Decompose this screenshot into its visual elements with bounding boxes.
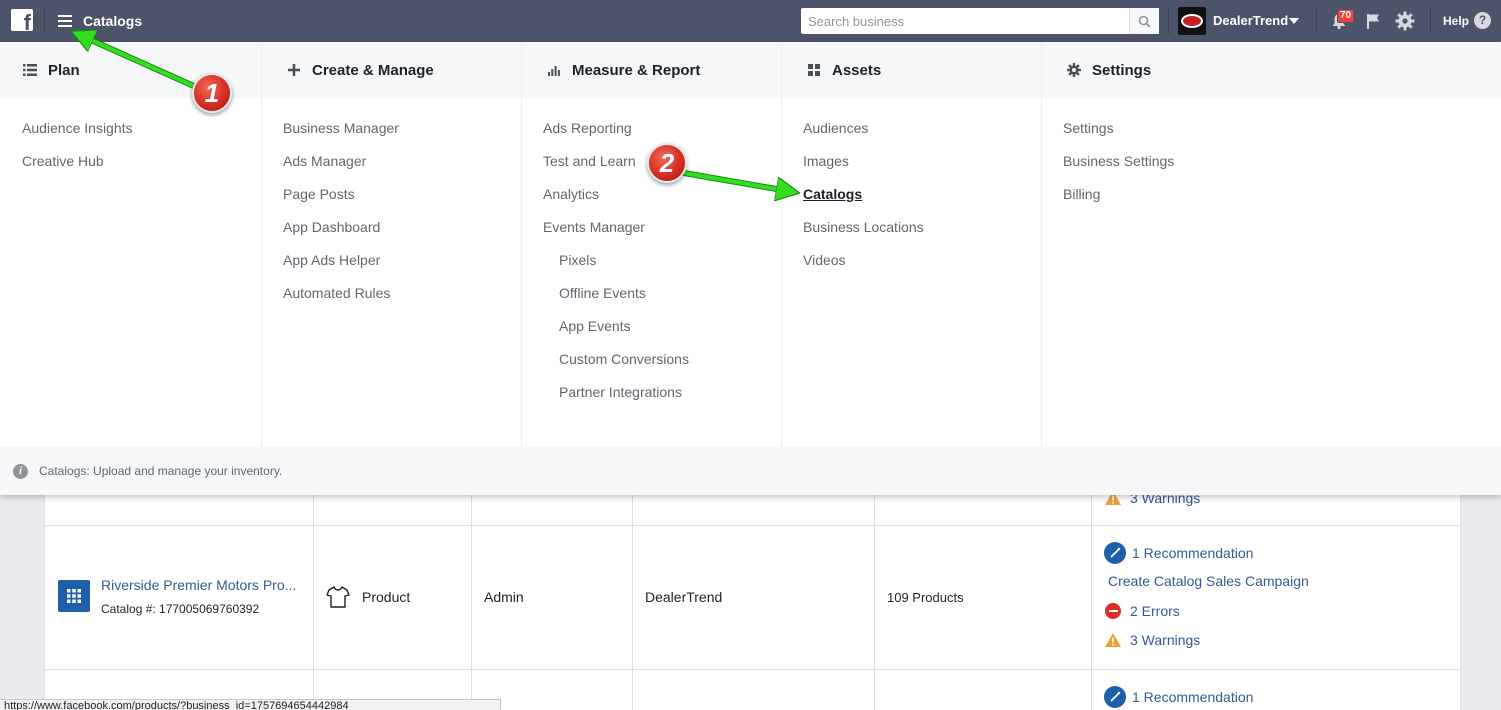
divider bbox=[1168, 8, 1169, 34]
row-divider bbox=[45, 669, 1462, 670]
menu-item-pixels[interactable]: Pixels bbox=[522, 250, 781, 283]
account-avatar[interactable] bbox=[1178, 7, 1206, 35]
search-box bbox=[801, 8, 1159, 34]
menu-item-videos[interactable]: Videos bbox=[782, 250, 1041, 283]
warning-icon bbox=[1104, 631, 1122, 649]
column-heading: Measure & Report bbox=[522, 42, 781, 98]
catalog-type: Product bbox=[362, 589, 411, 605]
menu-item-business-locations[interactable]: Business Locations bbox=[782, 217, 1041, 250]
catalogs-table: 3 Warnings Riverside Premier Motors Pro.… bbox=[44, 490, 1462, 710]
chevron-down-icon[interactable] bbox=[1289, 18, 1299, 24]
divider bbox=[44, 8, 45, 34]
recommendation-link[interactable]: 1 Recommendation bbox=[1104, 542, 1253, 564]
menu-column-create-manage: Create & Manage Business Manager Ads Man… bbox=[262, 42, 522, 447]
help-link[interactable]: Help bbox=[1443, 14, 1469, 28]
plus-icon bbox=[286, 63, 302, 77]
menu-item-page-posts[interactable]: Page Posts bbox=[262, 184, 521, 217]
column-heading: Create & Manage bbox=[262, 42, 521, 98]
list-icon bbox=[22, 63, 38, 77]
column-divider bbox=[874, 495, 875, 710]
menu-item-offline-events[interactable]: Offline Events bbox=[522, 283, 781, 316]
column-divider bbox=[313, 495, 314, 710]
menu-item-settings[interactable]: Settings bbox=[1042, 118, 1501, 151]
catalog-name-link[interactable]: Riverside Premier Motors Pro... bbox=[101, 577, 296, 593]
menu-item-ads-manager[interactable]: Ads Manager bbox=[262, 151, 521, 184]
menu-item-partner-integrations[interactable]: Partner Integrations bbox=[522, 382, 781, 415]
column-heading: Assets bbox=[782, 42, 1041, 98]
gear-icon bbox=[1066, 63, 1082, 77]
menu-item-automated-rules[interactable]: Automated Rules bbox=[262, 283, 521, 316]
menu-item-catalogs[interactable]: Catalogs bbox=[782, 184, 1041, 217]
info-icon: i bbox=[13, 463, 28, 479]
menu-item-ads-reporting[interactable]: Ads Reporting bbox=[522, 118, 781, 151]
menu-item-app-dashboard[interactable]: App Dashboard bbox=[262, 217, 521, 250]
catalog-role: Admin bbox=[484, 589, 524, 605]
create-campaign-link[interactable]: Create Catalog Sales Campaign bbox=[1108, 573, 1309, 589]
breadcrumb[interactable]: Catalogs bbox=[83, 13, 142, 29]
catalog-number: Catalog #: 177005069760392 bbox=[101, 602, 260, 616]
menu-item-business-settings[interactable]: Business Settings bbox=[1042, 151, 1501, 184]
menu-item-creative-hub[interactable]: Creative Hub bbox=[0, 151, 261, 184]
menu-item-events-manager[interactable]: Events Manager bbox=[522, 217, 781, 250]
flag-icon[interactable] bbox=[1362, 10, 1384, 32]
column-divider bbox=[1091, 495, 1092, 710]
error-icon bbox=[1105, 603, 1121, 619]
menu-item-billing[interactable]: Billing bbox=[1042, 184, 1501, 217]
settings-gear-icon[interactable] bbox=[1394, 10, 1416, 32]
grid-icon bbox=[806, 63, 822, 77]
tshirt-icon bbox=[326, 585, 350, 609]
divider bbox=[1316, 8, 1317, 34]
step-badge-2: 2 bbox=[647, 143, 687, 183]
wand-icon bbox=[1104, 686, 1126, 708]
help-question-icon[interactable]: ? bbox=[1474, 12, 1491, 29]
business-tools-menu: Plan Audience Insights Creative Hub Crea… bbox=[0, 42, 1501, 495]
row-divider bbox=[45, 525, 1462, 526]
catalog-owner: DealerTrend bbox=[645, 589, 723, 605]
catalog-grid-icon bbox=[58, 580, 90, 612]
warnings-link[interactable]: 3 Warnings bbox=[1104, 631, 1200, 649]
account-name[interactable]: DealerTrend bbox=[1213, 13, 1288, 28]
menu-column-settings: Settings Settings Business Settings Bill… bbox=[1042, 42, 1501, 447]
hamburger-menu-icon[interactable] bbox=[56, 12, 74, 30]
search-icon bbox=[1138, 15, 1151, 28]
menu-item-app-ads-helper[interactable]: App Ads Helper bbox=[262, 250, 521, 283]
menu-item-business-manager[interactable]: Business Manager bbox=[262, 118, 521, 151]
menu-item-custom-conversions[interactable]: Custom Conversions bbox=[522, 349, 781, 382]
browser-status-url: https://www.facebook.com/products/?busin… bbox=[0, 699, 501, 710]
notification-count-badge: 70 bbox=[1337, 9, 1355, 23]
facebook-logo-icon[interactable]: f bbox=[11, 9, 33, 31]
menu-column-assets: Assets Audiences Images Catalogs Busines… bbox=[782, 42, 1042, 447]
next-row-recommendation-link[interactable]: 1 Recommendation bbox=[1104, 686, 1253, 708]
menu-footer: i Catalogs: Upload and manage your inven… bbox=[0, 447, 1501, 495]
search-input[interactable] bbox=[801, 8, 1129, 34]
bar-chart-icon bbox=[546, 63, 562, 77]
menu-item-images[interactable]: Images bbox=[782, 151, 1041, 184]
menu-item-audiences[interactable]: Audiences bbox=[782, 118, 1041, 151]
errors-link[interactable]: 2 Errors bbox=[1104, 602, 1180, 620]
column-divider bbox=[632, 495, 633, 710]
column-heading: Settings bbox=[1042, 42, 1501, 98]
menu-item-app-events[interactable]: App Events bbox=[522, 316, 781, 349]
column-divider bbox=[471, 495, 472, 710]
divider bbox=[1430, 8, 1431, 34]
menu-item-analytics[interactable]: Analytics bbox=[522, 184, 781, 217]
menu-footer-text: Catalogs: Upload and manage your invento… bbox=[39, 464, 283, 478]
catalog-products: 109 Products bbox=[887, 590, 964, 605]
menu-column-measure-report: Measure & Report Ads Reporting Test and … bbox=[522, 42, 782, 447]
top-bar: f Catalogs DealerTrend 70 Help ? bbox=[0, 0, 1501, 42]
step-badge-1: 1 bbox=[192, 73, 232, 113]
menu-item-audience-insights[interactable]: Audience Insights bbox=[0, 118, 261, 151]
wand-icon bbox=[1104, 542, 1126, 564]
search-button[interactable] bbox=[1129, 8, 1159, 34]
